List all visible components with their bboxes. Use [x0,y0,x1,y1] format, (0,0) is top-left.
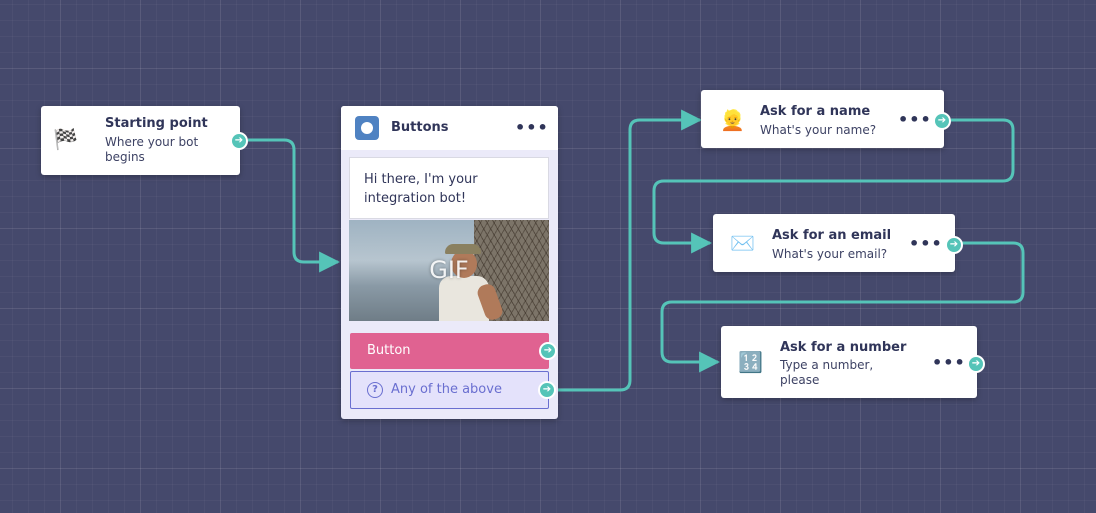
buttons-block-icon [355,116,379,140]
node-subtitle: Where your bot begins [105,135,199,164]
more-options-icon[interactable]: ••• [898,110,932,129]
node-title: Starting point [105,116,208,131]
node-subtitle: What's your email? [772,247,888,261]
buttons-node[interactable]: Buttons ••• Hi there, I'm your integrati… [341,106,558,419]
envelope-icon: ✉️ [730,231,755,255]
ask-number-node[interactable]: 🔢 Ask for a number Type a number, please… [721,326,985,398]
output-port[interactable]: ➔ [967,355,985,373]
node-title: Buttons [391,120,449,135]
more-options-icon[interactable]: ••• [909,234,943,253]
person-face-icon: 👱 [720,108,745,132]
option-any-of-the-above[interactable]: ? Any of the above ➔ [350,371,556,409]
connector-any-to-name [557,109,703,392]
input-numbers-icon: 🔢 [738,350,763,374]
gif-label: GIF [429,256,469,284]
ask-email-node[interactable]: ✉️ Ask for an email What's your email? •… [713,214,963,272]
node-subtitle: What's your name? [760,123,877,137]
node-title: Ask for an email [772,228,892,243]
message-text: Hi there, I'm your integration bot! [364,172,478,206]
output-port[interactable]: ➔ [538,381,556,399]
starting-point-node[interactable]: 🏁 Starting point Where your bot begins ➔ [41,106,248,175]
connector-start-to-buttons [248,138,341,273]
option-label: Button [367,343,411,358]
more-options-icon[interactable]: ••• [515,118,549,137]
node-subtitle: Type a number, please [780,358,874,387]
output-port[interactable]: ➔ [945,236,963,254]
gif-image: GIF [349,220,549,321]
option-label: Any of the above [391,382,502,397]
node-title: Ask for a number [780,340,907,355]
more-options-icon[interactable]: ••• [932,353,966,372]
option-button[interactable]: Button ➔ [350,333,557,369]
question-circle-icon: ? [367,382,383,398]
output-port[interactable]: ➔ [230,132,248,150]
ask-name-node[interactable]: 👱 Ask for a name What's your name? ••• ➔ [701,90,951,148]
node-title: Ask for a name [760,104,871,119]
output-port[interactable]: ➔ [933,112,951,130]
message-bubble: Hi there, I'm your integration bot! [349,157,549,219]
output-port[interactable]: ➔ [539,342,557,360]
chequered-flag-icon: 🏁 [53,127,78,151]
